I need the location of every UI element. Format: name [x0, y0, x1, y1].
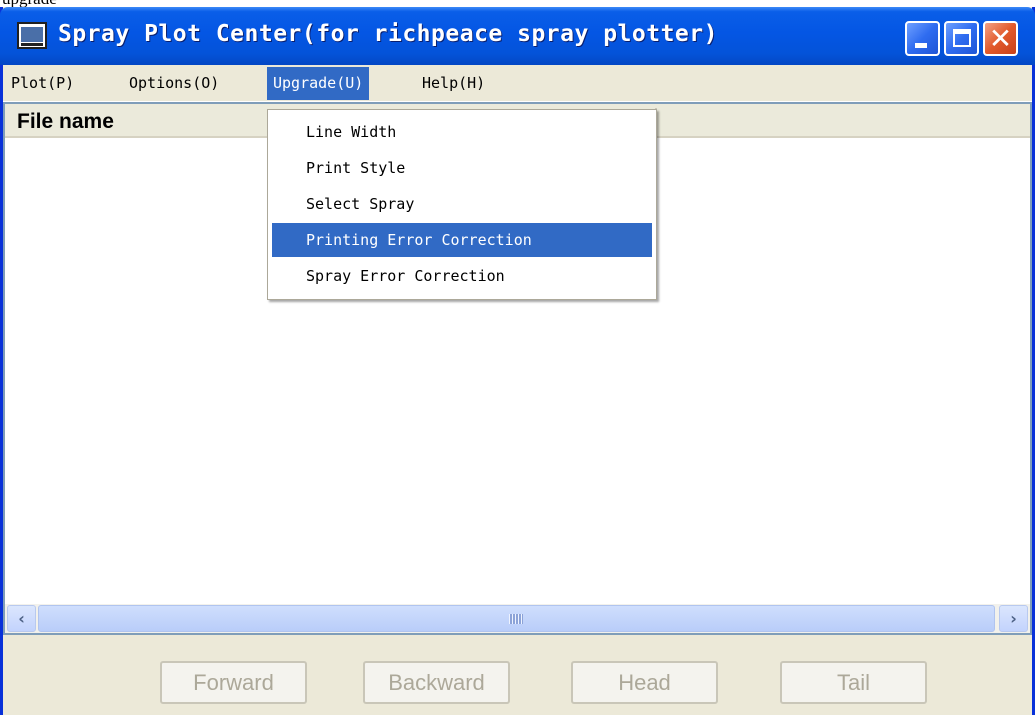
close-icon: ✕ — [988, 22, 1013, 55]
menu-item-line-width[interactable]: Line Width — [272, 115, 652, 149]
menu-upgrade[interactable]: Upgrade(U) — [267, 67, 370, 100]
head-button[interactable]: Head — [571, 661, 718, 704]
menu-item-select-spray[interactable]: Select Spray — [272, 187, 652, 221]
close-button[interactable]: ✕ — [983, 21, 1018, 56]
app-window: Spray Plot Center(for richpeace spray pl… — [0, 7, 1035, 715]
maximize-icon — [953, 29, 971, 47]
plotter-icon[interactable] — [17, 22, 47, 49]
minimize-icon — [915, 43, 927, 48]
menu-item-spray-error-correction[interactable]: Spray Error Correction — [272, 259, 652, 293]
column-header-file-name[interactable]: File name — [17, 110, 114, 134]
grip-icon — [509, 614, 523, 624]
minimize-button[interactable] — [905, 21, 940, 56]
upgrade-dropdown-menu: Line Width Print Style Select Spray Prin… — [267, 109, 657, 300]
scrollbar-thumb[interactable] — [38, 605, 995, 632]
title-bar[interactable]: Spray Plot Center(for richpeace spray pl… — [0, 7, 1035, 65]
menu-bar: Plot(P) Options(O) Upgrade(U) Help(H) — [3, 65, 1032, 102]
backward-button[interactable]: Backward — [363, 661, 510, 704]
maximize-button[interactable] — [944, 21, 979, 56]
arrow-right-icon: › — [1010, 609, 1017, 628]
menu-item-print-style[interactable]: Print Style — [272, 151, 652, 185]
menu-item-printing-error-correction[interactable]: Printing Error Correction — [272, 223, 652, 257]
menu-options[interactable]: Options(O) — [123, 67, 225, 100]
window-title: Spray Plot Center(for richpeace spray pl… — [58, 21, 718, 47]
scroll-left-button[interactable]: ‹ — [7, 605, 36, 632]
arrow-left-icon: ‹ — [18, 609, 25, 628]
partial-text-fragment: upgrade — [0, 0, 120, 7]
menu-help[interactable]: Help(H) — [416, 67, 491, 100]
scroll-right-button[interactable]: › — [999, 605, 1028, 632]
menu-plot[interactable]: Plot(P) — [5, 67, 80, 100]
navigation-button-bar: Forward Backward Head Tail — [3, 635, 1032, 715]
tail-button[interactable]: Tail — [780, 661, 927, 704]
forward-button[interactable]: Forward — [160, 661, 307, 704]
horizontal-scrollbar[interactable]: ‹ › — [5, 604, 1030, 633]
